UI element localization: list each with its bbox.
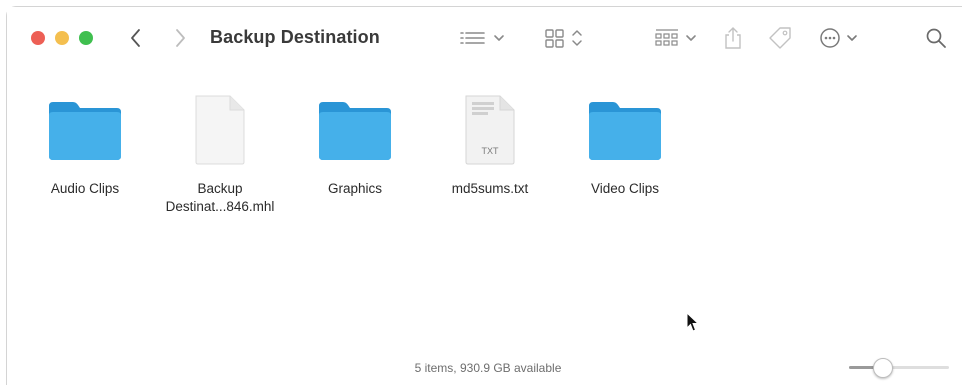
text-document-icon: TXT: [450, 94, 530, 166]
status-text: 5 items, 930.9 GB available: [414, 361, 562, 375]
chevron-left-icon: [131, 29, 140, 47]
group-by-button[interactable]: [653, 25, 701, 51]
icon-grid-view-icon: [545, 29, 582, 48]
search-button[interactable]: [923, 25, 949, 51]
share-button[interactable]: [722, 25, 744, 51]
maximize-window-button[interactable]: [79, 31, 93, 45]
ellipsis-circle-icon: [820, 28, 857, 48]
finder-window: Backup Destination Audio Clips Backup De…: [6, 6, 962, 385]
folder-icon: [45, 94, 125, 166]
file-item-video-clips[interactable]: Video Clips: [575, 94, 675, 198]
window-title: Backup Destination: [210, 27, 380, 47]
file-item-graphics[interactable]: Graphics: [305, 94, 405, 198]
file-type-badge: TXT: [482, 146, 500, 156]
file-item-backup-mhl[interactable]: Backup Destinat...846.mhl: [166, 94, 274, 216]
share-icon: [725, 27, 741, 49]
icon-size-slider[interactable]: [849, 357, 949, 378]
file-name-line-1: Backup: [197, 181, 243, 196]
file-name-line-2: Destinat...846.mhl: [165, 199, 275, 214]
view-options-button[interactable]: [457, 25, 509, 51]
file-name: Audio Clips: [50, 181, 120, 196]
group-icon: [655, 29, 696, 46]
file-grid: Audio Clips Backup Destinat...846.mhl Gr…: [7, 67, 962, 357]
mouse-pointer-icon: [686, 312, 700, 332]
toolbar: Backup Destination: [7, 7, 962, 67]
chevron-right-icon: [176, 29, 185, 47]
back-button[interactable]: [125, 26, 147, 50]
status-bar: 5 items, 930.9 GB available: [7, 357, 962, 385]
minimize-window-button[interactable]: [55, 31, 69, 45]
list-view-icon: [460, 32, 504, 44]
tag-icon: [769, 27, 791, 49]
file-name: Backup Destinat...846.mhl: [165, 180, 275, 216]
file-name: Graphics: [327, 181, 383, 196]
file-name: md5sums.txt: [451, 181, 529, 196]
more-actions-button[interactable]: [818, 25, 868, 51]
forward-button[interactable]: [169, 26, 191, 50]
file-name: Video Clips: [590, 181, 660, 196]
icon-view-sort-button[interactable]: [543, 25, 587, 51]
folder-icon: [585, 94, 665, 166]
folder-icon: [315, 94, 395, 166]
tag-button[interactable]: [766, 25, 794, 51]
close-window-button[interactable]: [31, 31, 45, 45]
document-icon: [180, 94, 260, 166]
search-icon: [926, 28, 946, 48]
file-item-md5sums[interactable]: TXT md5sums.txt: [440, 94, 540, 198]
slider-knob[interactable]: [873, 358, 893, 378]
file-item-audio-clips[interactable]: Audio Clips: [35, 94, 135, 198]
